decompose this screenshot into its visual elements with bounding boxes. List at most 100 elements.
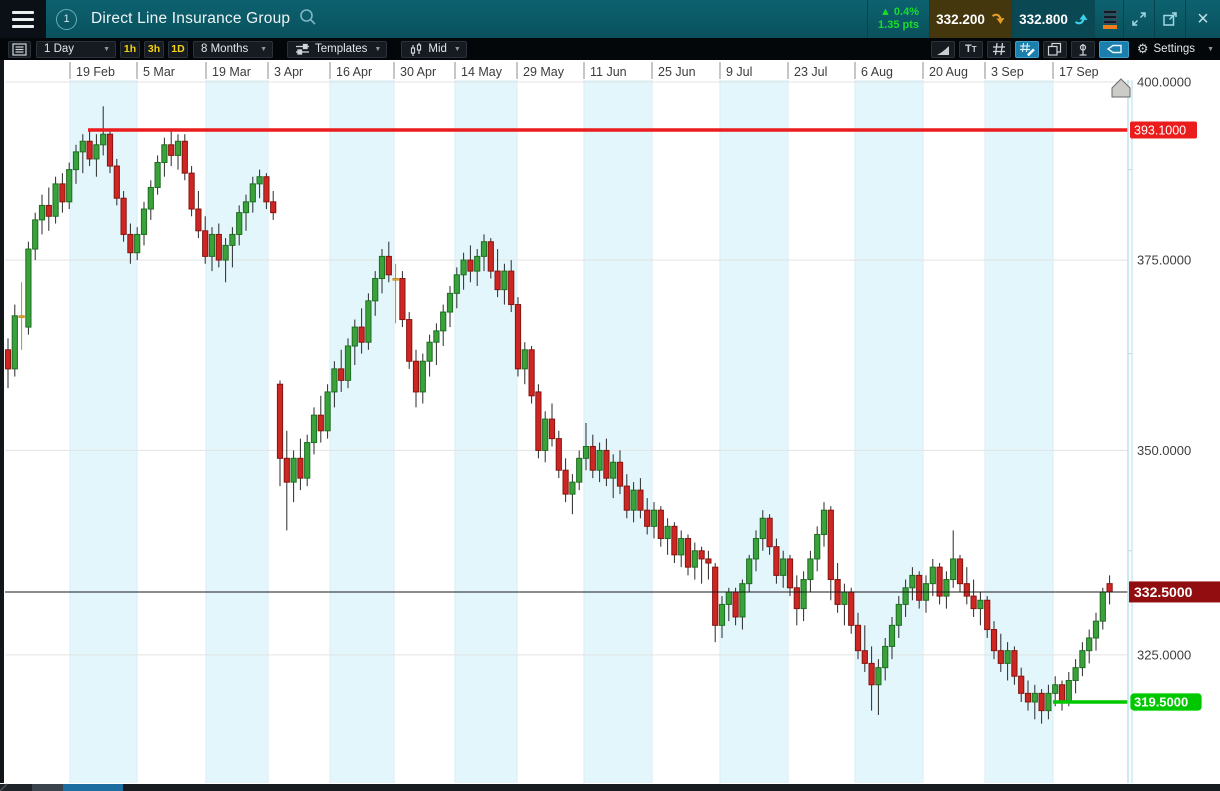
price-axis: 400.0000 375.0000 350.0000 325.0000 bbox=[1127, 75, 1220, 783]
date-tick-label: 25 Jun bbox=[658, 65, 696, 79]
indicator-pin-button[interactable] bbox=[1070, 40, 1095, 58]
candle-body bbox=[712, 566, 719, 626]
grid-button[interactable] bbox=[986, 40, 1011, 58]
templates-label: Templates bbox=[315, 43, 368, 55]
depth-ladder-icon[interactable] bbox=[1103, 9, 1117, 29]
trading-app-window: { "icons": {"caret": "▼", "up_triangle":… bbox=[0, 0, 1220, 791]
candle-body bbox=[773, 546, 780, 576]
grid-pencil-icon bbox=[1019, 42, 1035, 56]
candle-body bbox=[929, 566, 936, 585]
sell-price: 332.200 bbox=[936, 11, 985, 27]
cascade-windows-button[interactable] bbox=[1042, 40, 1067, 58]
price-mode-label: Mid bbox=[428, 43, 447, 55]
candle-body bbox=[1099, 591, 1106, 622]
buy-price-button[interactable]: 332.800 bbox=[1012, 0, 1095, 38]
settings-button[interactable]: ⚙ Settings ▼ bbox=[1137, 41, 1214, 57]
candle-body bbox=[616, 461, 624, 487]
close-button[interactable]: × bbox=[1185, 0, 1220, 38]
candle-body bbox=[392, 278, 399, 281]
candle-body bbox=[120, 197, 127, 235]
candle-body bbox=[406, 319, 413, 362]
scrollbar-segment[interactable] bbox=[32, 784, 63, 791]
expand-button[interactable] bbox=[1123, 0, 1154, 38]
price-chart[interactable]: 19 Feb 5 Mar 19 Mar 3 Apr 16 Apr 30 Apr 14 May… bbox=[0, 60, 1220, 791]
resistance-price-badge: 393.1000 bbox=[1130, 121, 1197, 139]
range-dropdown[interactable]: 8 Months ▼ bbox=[193, 40, 273, 58]
candle-body bbox=[487, 241, 494, 272]
candle-body bbox=[739, 583, 746, 618]
main-menu-button[interactable] bbox=[0, 0, 46, 38]
popout-button[interactable] bbox=[1154, 0, 1185, 38]
candle-body bbox=[1086, 637, 1093, 652]
quick-period-1d-button[interactable]: 1D bbox=[168, 40, 188, 58]
candle-body bbox=[86, 140, 93, 160]
candle-body bbox=[18, 315, 25, 318]
candle-body bbox=[351, 326, 358, 347]
svg-text:332.5000: 332.5000 bbox=[1134, 584, 1193, 600]
candle-body bbox=[480, 241, 488, 257]
candle-body bbox=[1038, 692, 1045, 712]
quick-period-1h-button[interactable]: 1h bbox=[120, 40, 140, 58]
date-tick-label: 17 Sep bbox=[1059, 65, 1099, 79]
trend-draw-tool-button[interactable] bbox=[930, 40, 955, 58]
up-triangle-icon: ▲ bbox=[879, 6, 891, 18]
popout-icon bbox=[1163, 12, 1177, 26]
search-icon[interactable] bbox=[298, 7, 318, 32]
candle-body bbox=[542, 418, 549, 451]
candle-body bbox=[440, 311, 447, 332]
quick-period-3h-button[interactable]: 3h bbox=[144, 40, 164, 58]
candle-body bbox=[134, 233, 141, 254]
current-price-badge: 332.5000 bbox=[1129, 581, 1220, 603]
candle-body bbox=[984, 599, 991, 631]
candle-body bbox=[378, 255, 386, 280]
candle-body bbox=[868, 662, 875, 686]
chart-scrollbar[interactable] bbox=[0, 783, 1220, 791]
chevron-down-icon: ▼ bbox=[374, 45, 382, 53]
candle-body bbox=[1018, 675, 1025, 694]
scrollbar-thumb[interactable] bbox=[63, 784, 123, 791]
candle-body bbox=[1065, 679, 1072, 703]
candle-body bbox=[943, 579, 950, 597]
text-tool-button[interactable]: TT bbox=[958, 40, 983, 58]
candle-body bbox=[1031, 692, 1038, 703]
candle-body bbox=[263, 176, 270, 203]
candle-body bbox=[433, 330, 440, 343]
candle-body bbox=[705, 558, 712, 564]
candle-body bbox=[990, 629, 998, 652]
candle-body bbox=[161, 144, 168, 163]
candle-body bbox=[93, 144, 100, 160]
candle-body bbox=[576, 457, 583, 483]
date-tick-label: 11 Jun bbox=[590, 65, 627, 79]
period-dropdown[interactable]: 1 Day ▼ bbox=[36, 40, 116, 58]
candle-body bbox=[807, 558, 814, 581]
candle-body bbox=[902, 587, 909, 605]
chart-menu-button[interactable] bbox=[8, 40, 31, 58]
candle-body bbox=[344, 345, 352, 381]
buy-price: 332.800 bbox=[1019, 11, 1068, 27]
date-tick-label: 29 May bbox=[523, 65, 565, 79]
instrument-title: Direct Line Insurance Group bbox=[91, 10, 291, 27]
gear-icon: ⚙ bbox=[1136, 41, 1149, 56]
price-mode-dropdown[interactable]: Mid ▼ bbox=[401, 40, 467, 58]
candle-body bbox=[45, 204, 52, 217]
candle-body bbox=[1072, 667, 1079, 681]
candle-body bbox=[276, 383, 284, 459]
candle-body bbox=[1004, 650, 1011, 664]
sell-price-button[interactable]: 332.200 bbox=[929, 0, 1012, 38]
candle-body bbox=[324, 391, 331, 432]
candle-body bbox=[174, 140, 182, 156]
candle-body bbox=[4, 349, 12, 370]
draw-on-grid-button[interactable] bbox=[1014, 40, 1039, 58]
candle-body bbox=[113, 165, 120, 199]
candle-body bbox=[195, 208, 202, 232]
candle-body bbox=[746, 558, 753, 585]
templates-dropdown[interactable]: Templates ▼ bbox=[287, 40, 388, 58]
range-value: 8 Months bbox=[201, 43, 249, 55]
candle-body bbox=[1052, 684, 1059, 694]
candle-body bbox=[365, 300, 372, 343]
left-edge-strip bbox=[0, 60, 4, 783]
callout-tool-button[interactable] bbox=[1098, 40, 1129, 58]
candle-body bbox=[372, 278, 379, 302]
date-tick-label: 23 Jul bbox=[794, 65, 827, 79]
chevron-down-icon: ▼ bbox=[260, 45, 267, 53]
